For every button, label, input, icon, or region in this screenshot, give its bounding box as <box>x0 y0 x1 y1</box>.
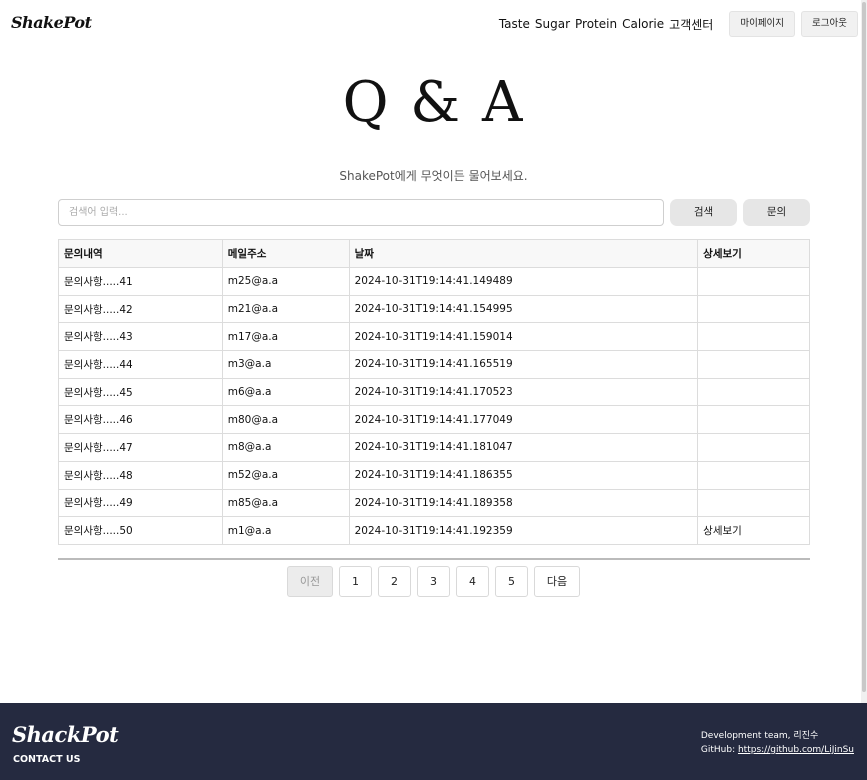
next-page-button[interactable]: 다음 <box>534 566 580 597</box>
cell-date: 2024-10-31T19:14:41.181047 <box>348 433 699 462</box>
cell-email: m25@a.a <box>221 267 350 296</box>
pagination: 이전 1 2 3 4 5 다음 <box>0 566 867 597</box>
cell-date: 2024-10-31T19:14:41.177049 <box>348 405 699 435</box>
table-row[interactable]: 문의사항.....48 m52@a.a 2024-10-31T19:14:41.… <box>58 460 810 490</box>
scrollbar[interactable] <box>861 0 867 703</box>
cell-inquiry: 문의사항.....50 <box>58 516 223 545</box>
table-row[interactable]: 문의사항.....50 m1@a.a 2024-10-31T19:14:41.1… <box>58 516 810 545</box>
cell-detail <box>697 488 810 518</box>
cell-email: m80@a.a <box>221 405 350 435</box>
detail-link[interactable]: 상세보기 <box>697 516 810 545</box>
page-button-5[interactable]: 5 <box>495 566 528 597</box>
table-row[interactable]: 문의사항.....46 m80@a.a 2024-10-31T19:14:41.… <box>58 405 810 435</box>
cell-date: 2024-10-31T19:14:41.149489 <box>348 267 699 296</box>
cell-email: m52@a.a <box>221 460 350 490</box>
mypage-button[interactable]: 마이페이지 <box>729 11 796 37</box>
contact-us-link[interactable]: CONTACT US <box>13 754 80 765</box>
nav-calorie[interactable]: Calorie <box>622 17 664 31</box>
cell-detail <box>697 377 810 407</box>
cell-inquiry: 문의사항.....44 <box>58 350 223 379</box>
nav-customer-center[interactable]: 고객센터 <box>669 16 713 33</box>
qna-table: 문의내역 메일주소 날짜 상세보기 문의사항.....41 m25@a.a 20… <box>58 239 810 545</box>
page-button-1[interactable]: 1 <box>339 566 372 597</box>
cell-detail <box>697 267 810 296</box>
table-row[interactable]: 문의사항.....45 m6@a.a 2024-10-31T19:14:41.1… <box>58 377 810 407</box>
footer: ShackPot CONTACT US Development team, 리진… <box>0 703 867 780</box>
cell-inquiry: 문의사항.....45 <box>58 377 223 407</box>
column-header-detail: 상세보기 <box>697 239 810 268</box>
search-button[interactable]: 검색 <box>670 199 737 226</box>
cell-date: 2024-10-31T19:14:41.159014 <box>348 322 699 352</box>
github-link[interactable]: https://github.com/LiJinSu <box>738 745 854 755</box>
cell-email: m85@a.a <box>221 488 350 518</box>
nav-sugar[interactable]: Sugar <box>535 17 570 31</box>
table-row[interactable]: 문의사항.....49 m85@a.a 2024-10-31T19:14:41.… <box>58 488 810 518</box>
table-row[interactable]: 문의사항.....47 m8@a.a 2024-10-31T19:14:41.1… <box>58 433 810 462</box>
footer-team-info: Development team, 리진수 GitHub: https://gi… <box>701 729 854 757</box>
search-input[interactable] <box>58 199 664 226</box>
cell-inquiry: 문의사항.....49 <box>58 488 223 518</box>
github-prefix: GitHub: <box>700 745 738 755</box>
cell-date: 2024-10-31T19:14:41.170523 <box>348 377 699 407</box>
column-header-date: 날짜 <box>348 239 699 268</box>
table-header-row: 문의내역 메일주소 날짜 상세보기 <box>58 239 810 268</box>
cell-inquiry: 문의사항.....43 <box>58 322 223 352</box>
cell-inquiry: 문의사항.....48 <box>58 460 223 490</box>
cell-detail <box>697 433 810 462</box>
cell-email: m1@a.a <box>221 516 350 545</box>
cell-email: m6@a.a <box>221 377 350 407</box>
page-button-3[interactable]: 3 <box>417 566 450 597</box>
page-button-2[interactable]: 2 <box>378 566 411 597</box>
logo[interactable]: ShakePot <box>11 13 92 32</box>
prev-page-button[interactable]: 이전 <box>287 566 333 597</box>
column-header-email: 메일주소 <box>221 239 350 268</box>
footer-logo: ShackPot <box>12 722 119 747</box>
cell-detail <box>697 322 810 352</box>
column-header-inquiry: 문의내역 <box>58 239 223 268</box>
cell-email: m3@a.a <box>221 350 350 379</box>
cell-detail <box>697 294 810 324</box>
github-line: GitHub: https://github.com/LiJinSu <box>701 743 854 757</box>
cell-inquiry: 문의사항.....47 <box>58 433 223 462</box>
cell-detail <box>697 460 810 490</box>
table-row[interactable]: 문의사항.....42 m21@a.a 2024-10-31T19:14:41.… <box>58 294 810 324</box>
ask-button[interactable]: 문의 <box>743 199 810 226</box>
cell-email: m21@a.a <box>221 294 350 324</box>
cell-date: 2024-10-31T19:14:41.192359 <box>348 516 699 545</box>
top-nav: Taste Sugar Protein Calorie 고객센터 마이페이지 로… <box>499 11 858 37</box>
nav-protein[interactable]: Protein <box>575 17 617 31</box>
cell-date: 2024-10-31T19:14:41.154995 <box>348 294 699 324</box>
logout-button[interactable]: 로그아웃 <box>801 11 858 37</box>
cell-email: m17@a.a <box>221 322 350 352</box>
cell-email: m8@a.a <box>221 433 350 462</box>
nav-taste[interactable]: Taste <box>499 17 530 31</box>
cell-inquiry: 문의사항.....46 <box>58 405 223 435</box>
page-subtitle: ShakePot에게 무엇이든 물어보세요. <box>339 169 528 183</box>
scrollbar-thumb[interactable] <box>862 2 866 692</box>
cell-date: 2024-10-31T19:14:41.189358 <box>348 488 699 518</box>
team-text: Development team, 리진수 <box>700 731 819 741</box>
cell-detail <box>697 405 810 435</box>
cell-date: 2024-10-31T19:14:41.165519 <box>348 350 699 379</box>
page-title: Q & A <box>342 70 525 135</box>
cell-inquiry: 문의사항.....42 <box>58 294 223 324</box>
cell-inquiry: 문의사항.....41 <box>58 267 223 296</box>
table-row[interactable]: 문의사항.....41 m25@a.a 2024-10-31T19:14:41.… <box>58 267 810 296</box>
cell-detail <box>697 350 810 379</box>
page-button-4[interactable]: 4 <box>456 566 489 597</box>
header: ShakePot Taste Sugar Protein Calorie 고객센… <box>0 0 867 46</box>
table-row[interactable]: 문의사항.....44 m3@a.a 2024-10-31T19:14:41.1… <box>58 350 810 379</box>
table-divider <box>58 558 810 560</box>
cell-date: 2024-10-31T19:14:41.186355 <box>348 460 699 490</box>
table-row[interactable]: 문의사항.....43 m17@a.a 2024-10-31T19:14:41.… <box>58 322 810 352</box>
